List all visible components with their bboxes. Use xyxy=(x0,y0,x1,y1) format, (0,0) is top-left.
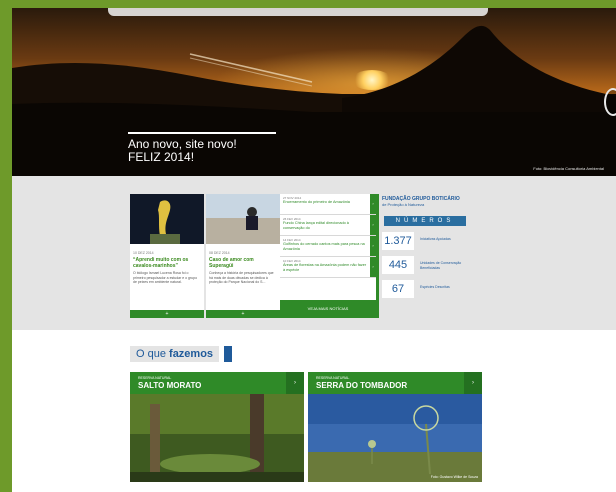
stat-item: 1.377 Iniciativas Apoiadas xyxy=(382,232,468,252)
news-card-title[interactable]: “Aprendi muito com os cavalos-marinhos” xyxy=(130,255,204,269)
hero-mountains xyxy=(12,25,616,176)
news-list: 27 NOV 2014 Encerramento do primeiro de … xyxy=(280,194,376,318)
stat-label: Espécies Descritas xyxy=(420,285,450,289)
stats-accent-bar xyxy=(376,194,379,318)
place-name[interactable]: SERRA DO TOMBADOR xyxy=(316,381,407,390)
news-card-image xyxy=(130,194,204,244)
news-item-title[interactable]: Encerramento do primeiro de Amazônia xyxy=(283,200,368,205)
place-header: RESERVA NATURAL SERRA DO TOMBADOR › xyxy=(308,372,482,394)
news-band: 10 DEZ 2014 “Aprendi muito com os cavalo… xyxy=(12,176,616,330)
list-item[interactable]: 27 NOV 2014 Encerramento do primeiro de … xyxy=(280,194,376,215)
news-card[interactable]: 10 DEZ 2014 “Aprendi muito com os cavalo… xyxy=(130,194,204,318)
news-item-title[interactable]: Áreas de florestas na Amazônia podem não… xyxy=(283,263,368,272)
frame-top xyxy=(0,0,616,8)
chevron-right-icon[interactable]: › xyxy=(464,372,482,394)
place-kicker: RESERVA NATURAL xyxy=(316,376,350,380)
chevron-right-icon[interactable] xyxy=(224,346,232,362)
place-header: RESERVA NATURAL SALTO MORATO › xyxy=(130,372,304,394)
hero-subtitle: FELIZ 2014! xyxy=(128,150,195,164)
place-card-serra-do-tombador[interactable]: RESERVA NATURAL SERRA DO TOMBADOR › Foto… xyxy=(308,372,482,482)
chevron-right-icon[interactable]: › xyxy=(286,372,304,394)
chevron-right-icon[interactable] xyxy=(604,88,616,116)
place-image xyxy=(130,394,304,482)
news-item-title[interactable]: Golfinhos do cerrado cantos mais para pe… xyxy=(283,242,368,251)
stat-item: 445 Unidades de Conservação Beneficiadas xyxy=(382,256,468,276)
place-credit: Foto: Gustavo Wilke de Souza xyxy=(430,475,478,479)
hero-rule xyxy=(128,132,276,134)
stat-label: Iniciativas Apoiadas xyxy=(420,237,451,241)
news-card[interactable]: 08 DEZ 2014 Caso de amor com Superagüi C… xyxy=(206,194,280,318)
news-card-more-button[interactable]: + xyxy=(206,310,280,318)
stats-subtitle: de Proteção à Natureza xyxy=(382,202,425,207)
stat-label: Unidades de Conservação Beneficiadas xyxy=(420,261,462,270)
section-heading: O que fazemos xyxy=(130,346,220,362)
news-card-image xyxy=(206,194,280,244)
list-item[interactable]: 10 FEV 2014 Áreas de florestas na Amazôn… xyxy=(280,257,376,278)
news-card-text: O biólogo Ismael Lucena Rosa foi o prime… xyxy=(133,271,198,284)
hero-credit: Foto: Biovidência Consultoria Ambiental xyxy=(533,166,604,171)
news-card-title[interactable]: Caso de amor com Superagüi xyxy=(206,255,280,269)
place-image xyxy=(308,394,482,482)
stats-panel: FUNDAÇÃO GRUPO BOTICÁRIO de Proteção à N… xyxy=(376,194,472,318)
place-kicker: RESERVA NATURAL xyxy=(138,376,172,380)
section-heading-prefix: O que xyxy=(136,348,166,360)
place-name[interactable]: SALTO MORATO xyxy=(138,381,201,390)
numbers-button[interactable]: NÚMEROS xyxy=(384,216,466,226)
section-heading-bold: fazemos xyxy=(169,348,214,360)
stat-value: 1.377 xyxy=(382,232,414,250)
see-all-news-button[interactable]: VEJA MAIS NOTÍCIAS xyxy=(280,300,376,318)
frame-left xyxy=(0,0,12,492)
page: Ano novo, site novo! FELIZ 2014! Foto: B… xyxy=(12,8,616,492)
stat-value: 445 xyxy=(382,256,414,274)
news-card-text: Conheça a história de pesquisadores que … xyxy=(209,271,274,284)
stat-item: 67 Espécies Descritas xyxy=(382,280,468,300)
list-item[interactable]: 26 FEV 2014 Fundo China lança edital dir… xyxy=(280,215,376,236)
news-card-more-button[interactable]: + xyxy=(130,310,204,318)
place-card-salto-morato[interactable]: RESERVA NATURAL SALTO MORATO › xyxy=(130,372,304,482)
stat-value: 67 xyxy=(382,280,414,298)
hero-banner[interactable]: Ano novo, site novo! FELIZ 2014! Foto: B… xyxy=(12,8,616,176)
news-item-title[interactable]: Fundo China lança edital direcionado à c… xyxy=(283,221,368,230)
list-item[interactable]: 14 FEV 2014 Golfinhos do cerrado cantos … xyxy=(280,236,376,257)
hero-top-strip xyxy=(108,8,488,16)
